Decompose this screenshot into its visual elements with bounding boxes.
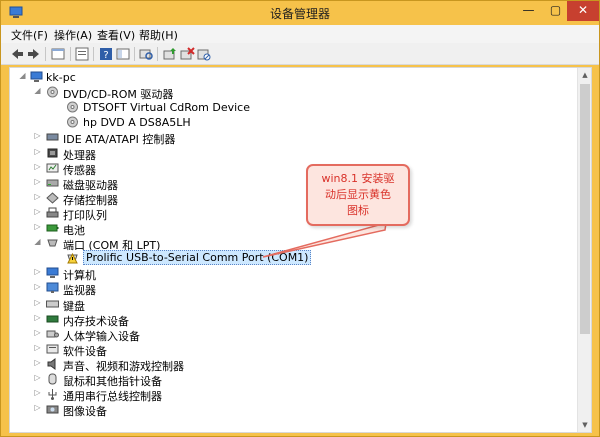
callout-line-3: 图标 [347,204,369,217]
device-manager-window: 设备管理器 — ▢ ✕ 文件(F) 操作(A) 查看(V) 帮助(H) ? ◢ … [0,0,600,437]
callout-text: win8.1 安装驱 动后显示黄色 图标 [312,171,404,219]
annotation-callout: win8.1 安装驱 动后显示黄色 图标 [306,164,410,226]
callout-line-2: 动后显示黄色 [325,188,391,201]
callout-line-1: win8.1 安装驱 [321,172,395,185]
callout-pointer [262,221,387,258]
